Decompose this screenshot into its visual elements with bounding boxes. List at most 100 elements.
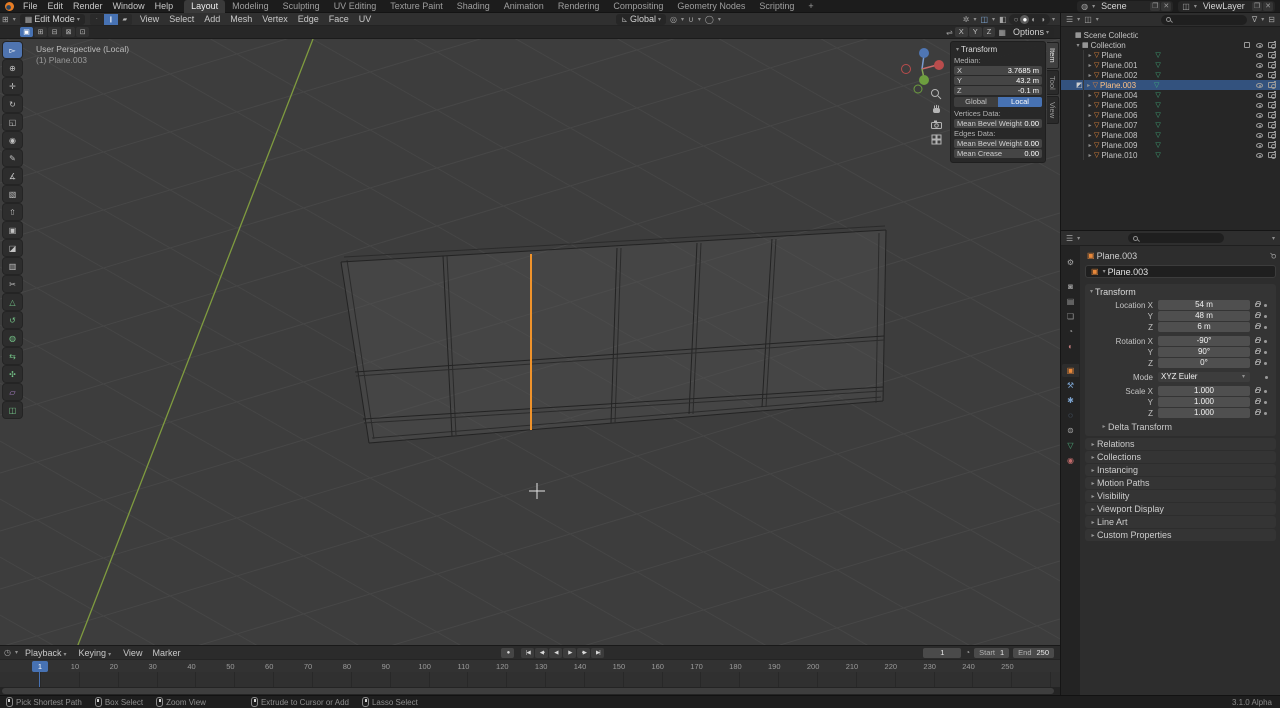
edge-mean-crease[interactable]: Mean Crease 0.00 xyxy=(954,149,1042,158)
tool-move[interactable]: ✛ xyxy=(3,78,22,94)
disable-render-camera-icon[interactable] xyxy=(1268,131,1276,139)
panel-line-art[interactable]: ▸ Line Art xyxy=(1085,516,1276,528)
disable-render-camera-icon[interactable] xyxy=(1268,81,1276,89)
viewport-menu-select[interactable]: Select xyxy=(164,14,199,24)
overlays-toggle-icon[interactable]: ◫ xyxy=(980,15,988,24)
hide-eye-icon[interactable] xyxy=(1256,142,1263,148)
properties-tab-scene[interactable]: ◔ xyxy=(1062,325,1079,338)
panel-collections[interactable]: ▸ Collections xyxy=(1085,451,1276,463)
transform-panel-header[interactable]: ▾ Transform xyxy=(954,44,1042,54)
workspace-tab-geometry-nodes[interactable]: Geometry Nodes xyxy=(670,0,752,13)
properties-tab-tool[interactable]: ⚙ xyxy=(1062,256,1079,269)
frame-end-field[interactable]: End 250 xyxy=(1013,647,1055,658)
unlink-scene-button[interactable]: ✕ xyxy=(1161,1,1172,11)
local-button[interactable]: Local xyxy=(998,97,1042,107)
shading-material-icon[interactable]: ◐ xyxy=(1029,15,1038,24)
properties-tab-object-data[interactable]: ▽ xyxy=(1062,439,1079,452)
scene-name[interactable]: Scene xyxy=(1097,1,1149,11)
n-panel-tab-view[interactable]: View xyxy=(1047,96,1059,125)
outliner-row-plane.010[interactable]: ▸ ▽ Plane.010 ▽ xyxy=(1061,150,1280,160)
unlock-icon[interactable] xyxy=(1255,409,1261,415)
animate-dot-icon[interactable] xyxy=(1264,350,1267,354)
scale-value-field[interactable]: 1.000 xyxy=(1158,397,1250,407)
outliner-row-plane.001[interactable]: ▸ ▽ Plane.001 ▽ xyxy=(1061,60,1280,70)
vertex-select-button[interactable]: ∙ xyxy=(89,13,104,25)
pan-hand-icon[interactable] xyxy=(929,103,944,116)
mode-dropdown[interactable]: ▦ Edit Mode ▾ xyxy=(19,13,85,25)
panel-visibility[interactable]: ▸ Visibility xyxy=(1085,490,1276,502)
gizmo-y-axis[interactable] xyxy=(919,75,929,85)
viewport-menu-edge[interactable]: Edge xyxy=(293,14,324,24)
display-mode-icon[interactable]: ◫ xyxy=(1084,15,1092,24)
orientation-dropdown[interactable]: ⊾ Global ▾ xyxy=(616,13,666,25)
workspace-tab-compositing[interactable]: Compositing xyxy=(606,0,670,13)
gizmo-x-axis[interactable] xyxy=(934,60,944,70)
boolean-mode-invert[interactable]: ⊠ xyxy=(62,27,75,37)
xray-toggle-icon[interactable]: ◧ xyxy=(999,15,1007,24)
disable-render-camera-icon[interactable] xyxy=(1268,91,1276,99)
disable-render-camera-icon[interactable] xyxy=(1268,151,1276,159)
workspace-tab-texture-paint[interactable]: Texture Paint xyxy=(383,0,450,13)
blender-logo-icon[interactable] xyxy=(5,1,14,11)
timeline-menu-keying[interactable]: Keying ▾ xyxy=(74,648,119,658)
show-gizmo-icon[interactable]: ✲ xyxy=(963,15,970,24)
tool-shear[interactable]: ▱ xyxy=(3,384,22,400)
outliner-row-plane.009[interactable]: ▸ ▽ Plane.009 ▽ xyxy=(1061,140,1280,150)
animate-dot-icon[interactable] xyxy=(1264,400,1267,404)
tool-rip-region[interactable]: ◫ xyxy=(3,402,22,418)
shading-wireframe-icon[interactable]: ○ xyxy=(1012,15,1021,24)
outliner-search-input[interactable] xyxy=(1160,14,1247,25)
properties-editor-icon[interactable]: ☰ xyxy=(1066,234,1073,243)
disable-render-camera-icon[interactable] xyxy=(1268,51,1276,59)
3d-viewport[interactable]: User Perspective (Local) (1) Plane.003 ▻… xyxy=(0,39,1060,645)
tool-measure[interactable]: ∡ xyxy=(3,168,22,184)
breadcrumb-object-name[interactable]: Plane.003 xyxy=(1097,251,1138,261)
properties-search-input[interactable] xyxy=(1128,233,1225,243)
new-scene-button[interactable]: ❐ xyxy=(1150,1,1161,11)
gizmo-z-axis[interactable] xyxy=(919,48,929,58)
disable-render-camera-icon[interactable] xyxy=(1268,71,1276,79)
mirror-z-toggle[interactable]: Z xyxy=(982,27,996,37)
menu-render[interactable]: Render xyxy=(68,1,108,11)
panel-custom-properties[interactable]: ▸ Custom Properties xyxy=(1085,529,1276,541)
timeline-menu-marker[interactable]: Marker xyxy=(147,648,185,658)
unlock-icon[interactable] xyxy=(1255,301,1261,307)
disable-render-camera-icon[interactable] xyxy=(1268,121,1276,129)
properties-tab-particles[interactable]: ✱ xyxy=(1062,394,1079,407)
current-frame-field[interactable]: 1 xyxy=(923,647,962,658)
properties-tab-render[interactable]: ◙ xyxy=(1062,280,1079,293)
hide-eye-icon[interactable] xyxy=(1256,122,1263,128)
edge-select-button[interactable]: ❙ xyxy=(103,13,118,25)
animate-dot-icon[interactable] xyxy=(1264,314,1267,318)
median-y[interactable]: Y 43.2 m xyxy=(954,76,1042,85)
animate-dot-icon[interactable] xyxy=(1264,339,1267,343)
gizmo-negative-y-axis[interactable] xyxy=(913,84,923,94)
properties-tab-object[interactable]: ▣ xyxy=(1062,364,1079,377)
hide-eye-icon[interactable] xyxy=(1256,152,1263,158)
tool-rotate[interactable]: ↻ xyxy=(3,96,22,112)
outliner-row-plane.002[interactable]: ▸ ▽ Plane.002 ▽ xyxy=(1061,70,1280,80)
hide-eye-icon[interactable] xyxy=(1256,52,1263,58)
tool-extrude-region[interactable]: ⇧ xyxy=(3,204,22,220)
ortho-grid-icon[interactable] xyxy=(929,133,944,146)
filter-funnel-icon[interactable]: ∇ xyxy=(1252,15,1257,24)
workspace-tab-rendering[interactable]: Rendering xyxy=(551,0,607,13)
unlock-icon[interactable] xyxy=(1255,337,1261,343)
menu-edit[interactable]: Edit xyxy=(43,1,69,11)
outliner-row-plane[interactable]: ▸ ▽ Plane ▽ xyxy=(1061,50,1280,60)
delta-transform-panel[interactable]: ▸ Delta Transform xyxy=(1088,421,1273,432)
outliner-row-plane.006[interactable]: ▸ ▽ Plane.006 ▽ xyxy=(1061,110,1280,120)
disable-render-camera-icon[interactable] xyxy=(1268,101,1276,109)
previous-keyframe-button[interactable]: ◀• xyxy=(535,647,549,658)
median-z[interactable]: Z -0.1 m xyxy=(954,86,1042,95)
timeline-ruler[interactable]: 1 10 20 30 40 50 60 70 80 90 100 110 120 130 140 150 16… xyxy=(0,659,1060,672)
scene-selector[interactable]: ◍ ▾ Scene ❐ ✕ xyxy=(1077,0,1174,12)
menu-window[interactable]: Window xyxy=(108,1,150,11)
tool-edge-slide[interactable]: ⇆ xyxy=(3,348,22,364)
outliner-row-collection[interactable]: ▾ ▦ Collection xyxy=(1061,40,1280,50)
hide-eye-icon[interactable] xyxy=(1256,102,1263,108)
location-value-field[interactable]: 48 m xyxy=(1158,311,1250,321)
shading-rendered-icon[interactable]: ◑ xyxy=(1038,15,1047,24)
panel-viewport-display[interactable]: ▸ Viewport Display xyxy=(1085,503,1276,515)
viewlayer-selector[interactable]: ◫ ▾ ViewLayer ❐ ✕ xyxy=(1178,0,1275,12)
